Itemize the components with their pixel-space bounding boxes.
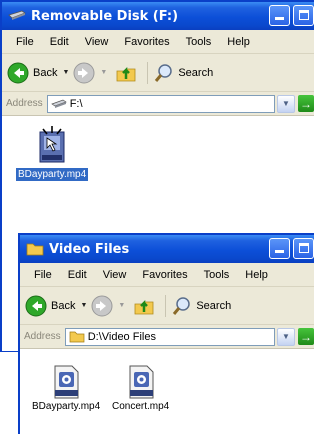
search-button[interactable]: Search [154, 63, 213, 83]
menu-favorites[interactable]: Favorites [134, 269, 195, 281]
address-label: Address [6, 98, 43, 109]
file-name: BDayparty.mp4 [16, 168, 89, 181]
back-label: Back [33, 66, 58, 79]
drive-icon [8, 10, 26, 20]
go-button[interactable]: → [298, 95, 314, 112]
menu-bar: File Edit View Favorites Tools Help [20, 263, 314, 287]
back-arrow-icon [7, 62, 29, 83]
titlebar[interactable]: Video Files [20, 235, 314, 263]
forward-arrow-icon [73, 62, 95, 83]
titlebar[interactable]: Removable Disk (F:) [2, 2, 314, 30]
address-input[interactable]: F:\ [46, 94, 275, 113]
search-label: Search [196, 299, 232, 312]
menu-file[interactable]: File [8, 36, 42, 48]
folder-icon [69, 331, 85, 342]
up-folder-button[interactable] [133, 295, 155, 317]
menu-edit[interactable]: Edit [42, 36, 77, 48]
file-item[interactable]: Concert.mp4 [112, 365, 169, 412]
up-folder-button[interactable] [115, 62, 137, 84]
menu-view[interactable]: View [77, 36, 117, 48]
mp4-file-icon [129, 365, 154, 399]
folder-icon [26, 243, 44, 256]
back-arrow-icon [25, 295, 47, 316]
up-folder-icon [134, 299, 154, 314]
menu-bar: File Edit View Favorites Tools Help [2, 30, 314, 54]
file-area: BDayparty.mp4 Concert.mp4 [20, 349, 314, 435]
chevron-down-icon[interactable]: ▼ [80, 302, 87, 309]
file-item[interactable]: BDayparty.mp4 [32, 365, 100, 412]
menu-tools[interactable]: Tools [178, 36, 220, 48]
address-dropdown-button[interactable]: ▼ [277, 327, 295, 346]
address-dropdown-button[interactable]: ▼ [277, 94, 295, 113]
menu-file[interactable]: File [26, 269, 60, 281]
file-item[interactable]: BDayparty.mp4 [16, 126, 89, 181]
toolbar-separator [165, 294, 167, 317]
search-button[interactable]: Search [172, 296, 231, 316]
chevron-down-icon[interactable]: ▼ [118, 302, 125, 309]
address-value: F:\ [69, 97, 83, 110]
menu-edit[interactable]: Edit [60, 269, 95, 281]
mp4-file-icon [39, 126, 65, 163]
search-icon [155, 63, 173, 82]
forward-button[interactable]: ▼ [73, 62, 107, 84]
file-name: Concert.mp4 [112, 401, 170, 412]
back-button[interactable]: Back ▼ [7, 62, 69, 84]
chevron-down-icon[interactable]: ▼ [100, 69, 107, 76]
forward-arrow-icon [91, 295, 113, 316]
chevron-down-icon[interactable]: ▼ [62, 69, 69, 76]
menu-help[interactable]: Help [237, 269, 276, 281]
maximize-button[interactable] [293, 238, 314, 259]
up-folder-icon [116, 66, 136, 81]
address-input[interactable]: D:\Video Files [64, 327, 275, 346]
menu-help[interactable]: Help [219, 36, 258, 48]
forward-button[interactable]: ▼ [91, 295, 125, 317]
mp4-file-icon [54, 365, 79, 399]
minimize-button[interactable] [269, 5, 290, 26]
back-label: Back [51, 299, 76, 312]
file-name: BDayparty.mp4 [32, 401, 101, 412]
menu-view[interactable]: View [95, 269, 135, 281]
toolbar-separator [147, 61, 149, 84]
search-label: Search [178, 66, 214, 79]
window-title: Removable Disk (F:) [31, 8, 179, 24]
toolbar: Back ▼ ▼ Search [20, 287, 314, 325]
address-label: Address [24, 331, 61, 342]
go-button[interactable]: → [298, 328, 314, 345]
address-bar: Address F:\ ▼ → [2, 92, 314, 116]
window-title: Video Files [49, 241, 130, 257]
address-bar: Address D:\Video Files ▼ → [20, 325, 314, 349]
back-button[interactable]: Back ▼ [25, 295, 87, 317]
minimize-button[interactable] [269, 238, 290, 259]
video-files-window: Video Files File Edit View Favorites Too… [18, 233, 314, 435]
search-icon [173, 296, 191, 315]
maximize-button[interactable] [293, 5, 314, 26]
menu-favorites[interactable]: Favorites [116, 36, 177, 48]
address-value: D:\Video Files [87, 330, 156, 343]
menu-tools[interactable]: Tools [196, 269, 238, 281]
drive-icon [50, 99, 67, 108]
toolbar: Back ▼ ▼ Search [2, 54, 314, 92]
